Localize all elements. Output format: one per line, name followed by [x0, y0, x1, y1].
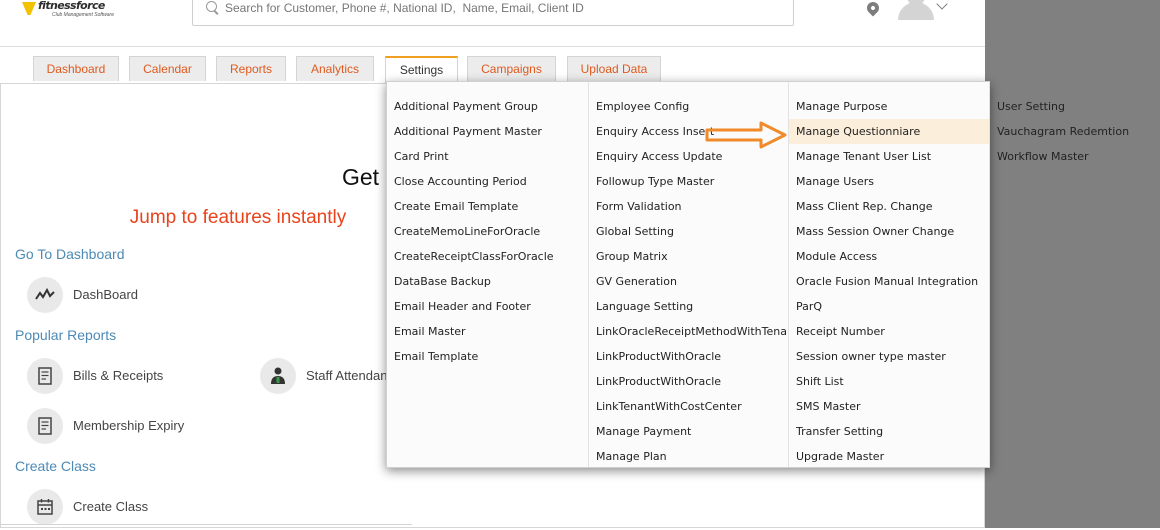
section-create-class: Create Class — [15, 458, 96, 474]
menu-item[interactable]: Group Matrix — [589, 244, 788, 269]
menu-item[interactable]: Upgrade Master — [789, 444, 989, 469]
menu-item[interactable]: Create Email Template — [387, 194, 588, 219]
feature-label: Create Class — [73, 499, 149, 514]
menu-item[interactable]: Employee Config — [589, 94, 788, 119]
menu-column-4: User Setting Vauchagram Redemtion Workfl… — [989, 82, 1160, 467]
global-search — [192, 0, 794, 26]
menu-item[interactable]: CreateReceiptClassForOracle — [387, 244, 588, 269]
section-go-to-dashboard: Go To Dashboard — [15, 246, 125, 262]
menu-item[interactable]: Language Setting — [589, 294, 788, 319]
annotation-arrow-icon — [705, 121, 787, 149]
menu-item[interactable]: Shift List — [789, 369, 989, 394]
menu-item[interactable]: Session owner type master — [789, 344, 989, 369]
chevron-down-icon[interactable] — [936, 0, 948, 10]
menu-item[interactable]: Close Accounting Period — [387, 169, 588, 194]
menu-item[interactable]: Card Print — [387, 144, 588, 169]
menu-item[interactable]: Followup Type Master — [589, 169, 788, 194]
tab-reports[interactable]: Reports — [216, 56, 286, 81]
user-avatar-icon[interactable] — [898, 0, 934, 20]
tab-upload-data[interactable]: Upload Data — [567, 56, 661, 81]
menu-item[interactable]: Vauchagram Redemtion — [990, 119, 1160, 144]
menu-item[interactable]: LinkProductWithOracle — [589, 369, 788, 394]
section-popular-reports: Popular Reports — [15, 327, 117, 343]
menu-item[interactable]: Manage Purpose — [789, 94, 989, 119]
tab-dashboard[interactable]: Dashboard — [33, 56, 119, 81]
menu-item[interactable]: Form Validation — [589, 194, 788, 219]
menu-item[interactable]: LinkTenantWithCostCenter — [589, 394, 788, 419]
menu-item[interactable]: User Setting — [990, 94, 1160, 119]
menu-item[interactable]: Transfer Setting — [789, 419, 989, 444]
feature-label: Staff Attendan — [306, 368, 388, 383]
top-header: fitnessforce Club Management Software — [0, 0, 985, 47]
avatar-body — [898, 2, 934, 20]
tab-settings[interactable]: Settings — [385, 56, 458, 83]
menu-item[interactable]: GV Generation — [589, 269, 788, 294]
menu-item[interactable]: Mass Client Rep. Change — [789, 194, 989, 219]
feature-label: DashBoard — [73, 287, 139, 302]
feature-label: Bills & Receipts — [73, 368, 164, 383]
menu-item-highlighted[interactable]: Manage Questionniare — [789, 119, 989, 144]
main-nav-tabs: Dashboard Calendar Reports Analytics Set… — [0, 56, 985, 83]
logo-mark-icon — [22, 2, 36, 15]
menu-item[interactable]: Receipt Number — [789, 319, 989, 344]
menu-item[interactable]: Additional Payment Group — [387, 94, 588, 119]
staff-icon — [260, 358, 296, 394]
menu-item[interactable]: Manage Plan — [589, 444, 788, 467]
menu-item[interactable]: LinkProductWithOracle — [589, 344, 788, 369]
menu-item[interactable]: Workflow Master — [990, 144, 1160, 169]
menu-item[interactable]: SMS Master — [789, 394, 989, 419]
menu-item[interactable]: Manage Users — [789, 169, 989, 194]
menu-item[interactable]: CreateMemoLineForOracle — [387, 219, 588, 244]
tab-campaigns[interactable]: Campaigns — [467, 56, 556, 81]
search-input[interactable] — [225, 0, 775, 16]
menu-item[interactable]: Manage Tenant User List — [789, 144, 989, 169]
menu-item[interactable]: Email Template — [387, 344, 588, 369]
search-icon — [206, 1, 217, 12]
feature-label: Membership Expiry — [73, 418, 185, 433]
menu-item[interactable]: ParQ — [789, 294, 989, 319]
divider — [0, 524, 412, 525]
location-pin-icon[interactable] — [864, 0, 882, 17]
menu-item[interactable]: Global Setting — [589, 219, 788, 244]
menu-item[interactable]: Email Header and Footer — [387, 294, 588, 319]
settings-dropdown-menu: Additional Payment Group Additional Paym… — [386, 81, 1129, 468]
menu-item[interactable]: Mass Session Owner Change — [789, 219, 989, 244]
trend-line-icon — [27, 277, 63, 313]
receipt-icon — [27, 358, 63, 394]
menu-column-3: Manage Purpose Manage Questionniare Mana… — [788, 82, 989, 467]
brand-name: fitnessforce — [38, 0, 105, 12]
menu-item[interactable]: Manage Payment — [589, 419, 788, 444]
menu-item[interactable]: Additional Payment Master — [387, 119, 588, 144]
calendar-icon — [27, 489, 63, 525]
tab-analytics[interactable]: Analytics — [296, 56, 374, 81]
menu-item[interactable]: Email Master — [387, 319, 588, 344]
brand-logo[interactable]: fitnessforce Club Management Software — [22, 0, 122, 22]
menu-column-1: Additional Payment Group Additional Paym… — [387, 82, 588, 467]
tab-calendar[interactable]: Calendar — [129, 56, 206, 81]
receipt-icon — [27, 408, 63, 444]
panel-heading: Get — [342, 164, 380, 190]
menu-item[interactable]: Module Access — [789, 244, 989, 269]
menu-item[interactable]: DataBase Backup — [387, 269, 588, 294]
menu-item[interactable]: Oracle Fusion Manual Integration — [789, 269, 989, 294]
brand-tagline: Club Management Software — [52, 12, 114, 18]
menu-item[interactable]: LinkOracleReceiptMethodWithTenant — [589, 319, 788, 344]
